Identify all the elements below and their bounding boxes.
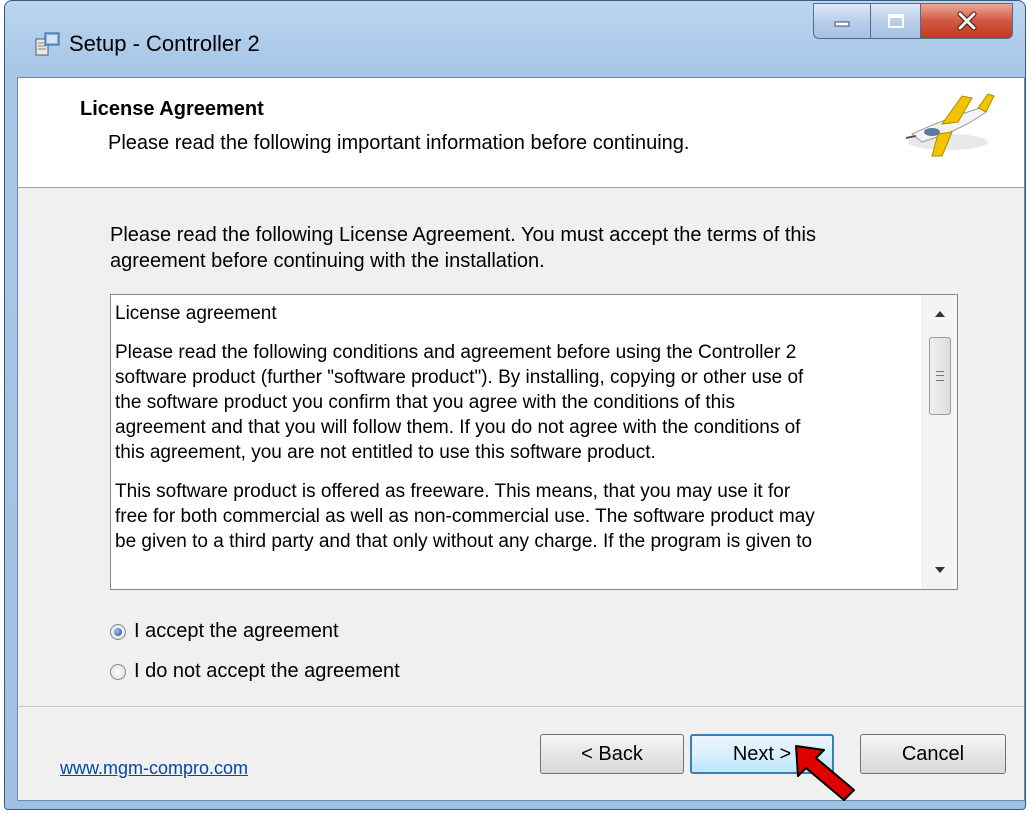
license-paragraph: Please read the following conditions and… bbox=[115, 342, 804, 463]
accept-radio[interactable] bbox=[110, 623, 126, 640]
intro-text: Please read the following License Agreem… bbox=[110, 224, 816, 272]
cancel-button[interactable]: Cancel bbox=[860, 734, 1006, 774]
title-bar[interactable]: Setup - Controller 2 bbox=[5, 1, 1025, 77]
close-button[interactable] bbox=[921, 3, 1013, 39]
minimize-icon bbox=[834, 21, 850, 27]
vertical-scrollbar[interactable] bbox=[922, 295, 957, 589]
back-button[interactable]: < Back bbox=[540, 734, 684, 774]
grip-icon bbox=[936, 371, 944, 381]
website-link[interactable]: www.mgm-compro.com bbox=[60, 758, 248, 779]
decline-radio[interactable] bbox=[110, 663, 126, 680]
scroll-up-button[interactable] bbox=[923, 299, 957, 329]
license-paragraph: This software product is offered as free… bbox=[115, 481, 815, 552]
wizard-header: License Agreement Please read the follow… bbox=[18, 78, 1024, 188]
scroll-down-button[interactable] bbox=[923, 555, 957, 585]
decline-option[interactable]: I do not accept the agreement bbox=[110, 660, 400, 683]
accept-label: I accept the agreement bbox=[134, 620, 339, 642]
minimize-button[interactable] bbox=[813, 3, 871, 39]
scroll-down-icon bbox=[935, 567, 945, 573]
maximize-button[interactable] bbox=[871, 3, 921, 39]
close-icon bbox=[957, 11, 976, 31]
accept-option[interactable]: I accept the agreement bbox=[110, 620, 339, 643]
scroll-up-icon bbox=[935, 311, 945, 317]
license-heading: License agreement bbox=[115, 303, 277, 324]
license-textbox[interactable]: License agreement Please read the follow… bbox=[110, 294, 958, 590]
page-title: License Agreement bbox=[80, 98, 264, 120]
license-text: License agreement Please read the follow… bbox=[115, 301, 915, 568]
decline-label: I do not accept the agreement bbox=[134, 660, 400, 682]
setup-window: Setup - Controller 2 License Agreement P… bbox=[4, 0, 1026, 810]
window-title: Setup - Controller 2 bbox=[69, 31, 260, 56]
wizard-client-area: License Agreement Please read the follow… bbox=[17, 77, 1025, 801]
scroll-thumb[interactable] bbox=[929, 337, 951, 415]
caption-buttons bbox=[813, 3, 1013, 41]
page-subtitle: Please read the following important info… bbox=[108, 132, 690, 154]
setup-app-icon bbox=[35, 32, 60, 56]
footer-divider bbox=[18, 706, 1024, 707]
maximize-icon bbox=[887, 14, 904, 28]
annotation-arrow-icon bbox=[795, 745, 855, 801]
airplane-icon bbox=[905, 93, 995, 157]
